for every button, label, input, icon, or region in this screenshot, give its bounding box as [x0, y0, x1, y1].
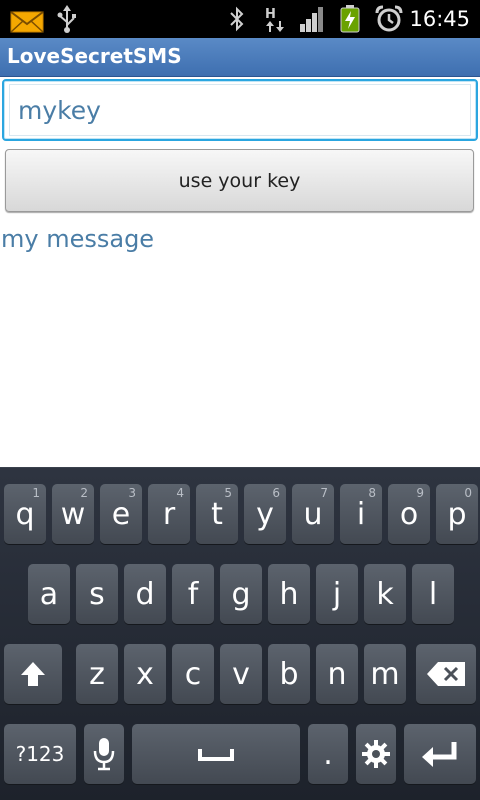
shift-icon: [21, 662, 45, 686]
backspace-key[interactable]: [416, 644, 476, 704]
alarm-icon: [375, 5, 403, 32]
key-i[interactable]: 8i: [340, 484, 382, 544]
settings-key[interactable]: [356, 724, 396, 784]
app-title: LoveSecretSMS: [7, 44, 182, 68]
usb-icon: [57, 5, 76, 33]
key-f[interactable]: f: [172, 564, 214, 624]
key-h[interactable]: h: [268, 564, 310, 624]
key-y[interactable]: 6y: [244, 484, 286, 544]
enter-icon: [422, 742, 457, 767]
period-key[interactable]: .: [308, 724, 348, 784]
key-e[interactable]: 3e: [100, 484, 142, 544]
key-c[interactable]: c: [172, 644, 214, 704]
key-input[interactable]: [9, 84, 471, 136]
signal-icon: [300, 7, 323, 32]
key-p[interactable]: 0p: [436, 484, 478, 544]
symbols-key[interactable]: ?123: [4, 724, 76, 784]
bluetooth-icon: [230, 6, 244, 32]
microphone-icon: [93, 738, 115, 771]
key-n[interactable]: n: [316, 644, 358, 704]
key-o[interactable]: 9o: [388, 484, 430, 544]
voice-input-key[interactable]: [84, 724, 124, 784]
space-key[interactable]: [132, 724, 300, 784]
key-b[interactable]: b: [268, 644, 310, 704]
message-label: my message: [1, 225, 155, 253]
key-r[interactable]: 4r: [148, 484, 190, 544]
key-m[interactable]: m: [364, 644, 406, 704]
key-q[interactable]: 1q: [4, 484, 46, 544]
key-t[interactable]: 5t: [196, 484, 238, 544]
gear-icon: [362, 740, 390, 768]
battery-charging-icon: [340, 5, 360, 33]
key-z[interactable]: z: [76, 644, 118, 704]
key-g[interactable]: g: [220, 564, 262, 624]
screen: H 16:45 LoveSecretSMS mykey use your key…: [0, 0, 480, 800]
key-j[interactable]: j: [316, 564, 358, 624]
backspace-icon: [427, 662, 465, 686]
use-key-button[interactable]: use your key: [5, 149, 474, 212]
key-u[interactable]: 7u: [292, 484, 334, 544]
enter-key[interactable]: [404, 724, 476, 784]
hsdpa-data-icon: H: [265, 7, 284, 32]
svg-text:H: H: [265, 7, 276, 22]
key-w[interactable]: 2w: [52, 484, 94, 544]
key-d[interactable]: d: [124, 564, 166, 624]
key-input-frame: [2, 79, 478, 141]
key-l[interactable]: l: [412, 564, 454, 624]
key-x[interactable]: x: [124, 644, 166, 704]
key-s[interactable]: s: [76, 564, 118, 624]
status-bar: H 16:45: [0, 0, 480, 38]
shift-key[interactable]: [4, 644, 62, 704]
key-k[interactable]: k: [364, 564, 406, 624]
soft-keyboard: 1q 2w 3e 4r 5t 6y 7u 8i 9o 0p a s d f g …: [0, 467, 480, 800]
title-bar: LoveSecretSMS: [0, 38, 480, 77]
status-time: 16:45: [409, 7, 470, 31]
mail-icon: [10, 11, 44, 33]
key-v[interactable]: v: [220, 644, 262, 704]
key-a[interactable]: a: [28, 564, 70, 624]
space-bar-icon: [198, 749, 234, 761]
